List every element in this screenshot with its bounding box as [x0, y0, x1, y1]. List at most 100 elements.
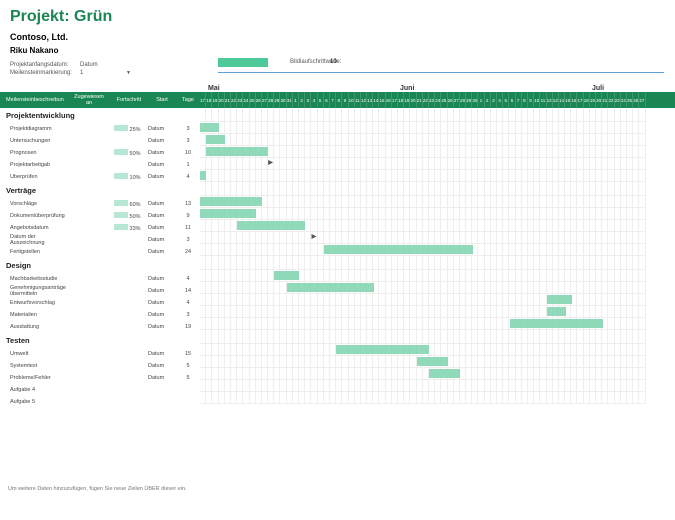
task-row: Systemtest Datum5 [0, 360, 200, 372]
task-days: 3 [176, 237, 200, 243]
task-name: Genehmigungsanträge übermitteln [0, 285, 68, 297]
task-days: 14 [176, 288, 200, 294]
table-header: Meilensteinbeschreibun Zugewiesen an For… [0, 92, 200, 108]
grid-row [200, 196, 675, 208]
task-start: Datum [148, 375, 176, 381]
task-name: Projektarbeitgab [0, 162, 68, 168]
grid-row [200, 330, 675, 344]
start-date-value: Datum [80, 62, 120, 68]
task-days: 5 [176, 363, 200, 369]
grid-row [200, 256, 675, 270]
task-days: 3 [176, 312, 200, 318]
scroll-step-value: 10 [330, 59, 337, 65]
grid-row [200, 182, 675, 196]
task-days: 11 [176, 225, 200, 231]
gantt-bar [206, 135, 225, 144]
task-name: Machbarkeitsstudie [0, 276, 68, 282]
task-row: Überprüfen 10%Datum4 [0, 171, 200, 183]
project-title: Projekt: Grün [0, 0, 675, 30]
header-progress: Fortschritt [110, 97, 148, 103]
task-row: EntwurfsvorschlagDatum4 [0, 297, 200, 309]
task-progress: 50% [110, 149, 148, 157]
grid-row [200, 306, 675, 318]
header-start: Start [148, 97, 176, 103]
task-days: 13 [176, 201, 200, 207]
header-milestone: Meilensteinbeschreibun [0, 97, 68, 103]
month-label: Mai [208, 85, 220, 92]
gantt-bar [200, 197, 262, 206]
timeline-ruler [218, 72, 664, 73]
task-row: Aufgabe 4 [0, 384, 200, 396]
task-start: Datum [148, 312, 176, 318]
gantt-bar [200, 171, 206, 180]
task-name: Prognosen [0, 150, 68, 156]
task-days: 9 [176, 213, 200, 219]
task-start: Datum [148, 351, 176, 357]
task-row: Prognosen 50%Datum10 [0, 147, 200, 159]
grid-row [200, 294, 675, 306]
task-days: 4 [176, 174, 200, 180]
task-row: Vorschläge 60%Datum13 [0, 198, 200, 210]
task-start: Datum [148, 138, 176, 144]
task-row: Aufgabe 5 [0, 396, 200, 408]
task-row: Genehmigungsanträge übermitteln Datum14 [0, 285, 200, 297]
grid-row [200, 146, 675, 158]
start-date-label: Projektanfangsdatum: [10, 62, 80, 68]
task-progress: 10% [110, 173, 148, 181]
header-assigned: Zugewiesen an [68, 94, 110, 106]
task-days: 1 [176, 162, 200, 168]
company-name: Contoso, Ltd. [0, 30, 675, 44]
task-name: Aufgabe 4 [0, 387, 68, 393]
grid-row [200, 270, 675, 282]
grid-row [200, 344, 675, 356]
task-name: Überprüfen [0, 174, 68, 180]
section-header: Projektentwicklung [0, 108, 200, 123]
section-header: Design [0, 258, 200, 273]
task-start: Datum [148, 288, 176, 294]
task-start: Datum [148, 150, 176, 156]
task-progress: 25% [110, 125, 148, 133]
task-name: Systemtest [0, 363, 68, 369]
grid-row [200, 122, 675, 134]
gantt-bar [336, 345, 429, 354]
task-days: 4 [176, 300, 200, 306]
task-start: Datum [148, 174, 176, 180]
gantt-bar [287, 283, 374, 292]
grid-row [200, 170, 675, 182]
day-header-cell: 27 [639, 92, 645, 108]
task-days: 19 [176, 324, 200, 330]
task-days: 24 [176, 249, 200, 255]
task-name: Dokumentüberprüfung [0, 213, 68, 219]
task-row: MaterialienDatum3 [0, 309, 200, 321]
milestone-value: 1 [80, 70, 120, 76]
task-name: Fertigstellen [0, 249, 68, 255]
task-row: Projektarbeitgab Datum1 [0, 159, 200, 171]
task-start: Datum [148, 201, 176, 207]
task-row: UntersuchungenDatum3 [0, 135, 200, 147]
task-start: Datum [148, 162, 176, 168]
grid-row [200, 282, 675, 294]
task-days: 4 [176, 276, 200, 282]
milestone-label: Meilensteinmarkierung: [10, 70, 80, 76]
task-start: Datum [148, 237, 176, 243]
grid-row [200, 232, 675, 244]
task-row: MachbarkeitsstudieDatum4 [0, 273, 200, 285]
milestone-marker: ▶ [268, 159, 273, 166]
footer-hint: Um weitere Daten hinzuzufügen, fügen Sie… [8, 486, 187, 492]
grid-row [200, 380, 675, 392]
task-start: Datum [148, 213, 176, 219]
scroll-indicator[interactable] [218, 58, 268, 67]
task-start: Datum [148, 225, 176, 231]
task-name: Angebotsdatum [0, 225, 68, 231]
task-name: Entwurfsvorschlag [0, 300, 68, 306]
task-start: Datum [148, 363, 176, 369]
task-days: 3 [176, 126, 200, 132]
task-start: Datum [148, 249, 176, 255]
month-label: Juni [400, 85, 414, 92]
task-days: 10 [176, 150, 200, 156]
gantt-bar [237, 221, 305, 230]
gantt-bar [510, 319, 603, 328]
milestone-marker: ▶ [312, 233, 317, 240]
month-label: Juli [592, 85, 604, 92]
gantt-bar [200, 123, 219, 132]
